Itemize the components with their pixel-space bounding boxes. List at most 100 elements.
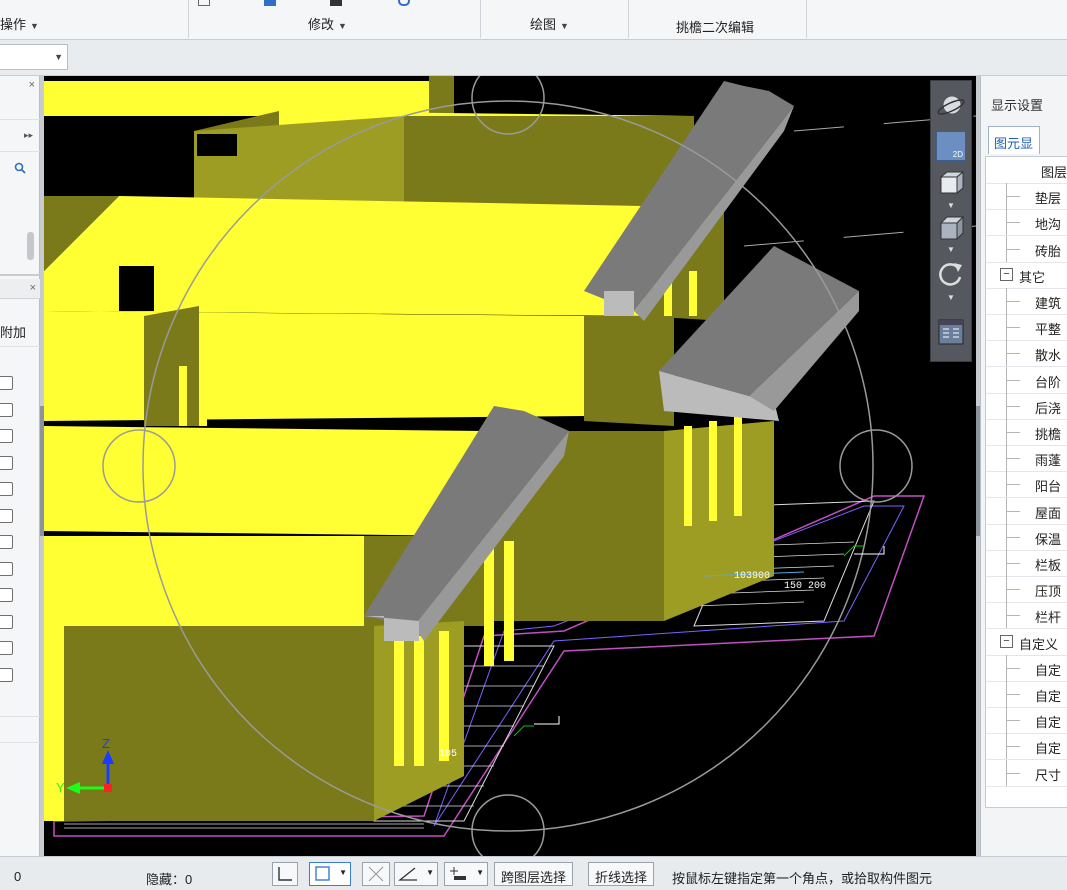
chevron-down-icon: ▼ — [426, 868, 434, 877]
layer-select[interactable]: ▼ — [0, 44, 68, 70]
search-icon[interactable] — [14, 162, 26, 174]
attach-checkbox[interactable] — [0, 535, 13, 549]
tree-item[interactable]: 雨蓬 — [986, 445, 1067, 473]
tree-item[interactable]: 压顶 — [986, 576, 1067, 604]
tree-branch — [1006, 301, 1020, 302]
polyline-select-button[interactable]: 折线选择 — [588, 862, 655, 886]
chevron-down-icon: ▼ — [30, 21, 39, 31]
tree-item[interactable]: 砖胎 — [986, 235, 1067, 263]
splitter-grip[interactable] — [40, 406, 44, 536]
tree-item[interactable]: 图层 — [986, 157, 1067, 184]
ribbon-group-draw[interactable]: 绘图 ▼ — [530, 14, 569, 33]
view-settings-icon[interactable] — [936, 317, 966, 347]
attach-checkbox[interactable] — [0, 667, 13, 682]
3d-viewport[interactable]: 103900 150 200 105 Z Y — [44, 76, 976, 856]
toolbar-combobar: ▼ — [0, 40, 1067, 76]
tree-item[interactable]: 散水 — [986, 340, 1067, 368]
tree-header-label: 图层 — [1041, 165, 1067, 180]
view-navigation-toolbar: 2D ▼ ▼ ▼ — [930, 80, 972, 362]
rotate-icon[interactable] — [936, 259, 966, 289]
attach-checkbox[interactable] — [0, 641, 13, 655]
tree-branch — [1006, 484, 1020, 486]
cross-snap-button[interactable] — [362, 862, 390, 886]
tree-item[interactable]: 自定 — [986, 681, 1067, 708]
ribbon-group-operate[interactable]: 操作 ▼ — [0, 14, 39, 33]
divider — [0, 716, 40, 717]
attach-checkbox[interactable] — [0, 402, 13, 417]
left-splitter[interactable] — [40, 76, 44, 856]
tree-branch — [1006, 379, 1020, 381]
tree-item[interactable]: 自定 — [986, 654, 1067, 682]
tree-branch — [1006, 694, 1020, 695]
tree-item[interactable]: 保温 — [986, 523, 1067, 551]
orthogonal-button[interactable] — [272, 862, 298, 886]
offset-icon — [450, 867, 466, 880]
tree-branch — [1006, 563, 1020, 564]
tree-item[interactable]: 阳台 — [986, 471, 1067, 499]
scrollbar-thumb[interactable] — [27, 232, 34, 260]
cube-front-view-icon[interactable] — [936, 169, 966, 199]
attach-column-header: 附加 — [0, 325, 27, 340]
dimension-label: 150 200 — [784, 581, 826, 592]
double-chevron-right-icon[interactable]: ▸▸ — [24, 130, 33, 141]
offset-button[interactable]: ▼ — [444, 862, 488, 886]
tab-element-display[interactable]: 图元显示 — [988, 126, 1040, 170]
tree-item[interactable]: 自定 — [986, 707, 1067, 735]
ribbon-group-eave-edit[interactable]: 挑檐二次编辑 — [676, 17, 754, 36]
tree-item-label: 屋面 — [1035, 505, 1062, 521]
display-settings-panel: 显示设置 图元显示 图层垫层地沟砖胎−其它建筑平整散水台阶后浇挑檐雨蓬阳台屋面保… — [980, 76, 1067, 856]
tree-item-label: 阳台 — [1035, 479, 1062, 495]
divider — [0, 151, 40, 152]
snap-mode-button[interactable]: ▼ — [309, 862, 351, 886]
tree-item[interactable]: 尺寸 — [986, 759, 1067, 787]
tree-item[interactable]: 垫层 — [986, 183, 1067, 211]
attach-checkbox[interactable] — [0, 376, 13, 390]
orbit-icon[interactable] — [936, 91, 966, 121]
collapse-icon[interactable]: − — [1000, 267, 1013, 281]
ribbon-divider — [806, 0, 807, 38]
view-2d-button[interactable]: 2D — [936, 131, 966, 161]
tree-item[interactable]: 栏板 — [986, 550, 1067, 577]
tree-item[interactable]: 地沟 — [986, 209, 1067, 237]
panel-title: 显示设置 — [991, 98, 1044, 113]
tree-branch — [1006, 536, 1020, 538]
layer-tree: 图层 垫层 地沟 砖胎 − 其它 建筑 平整 散水 台阶 后浇 挑檐 雨蓬 阳台 屋面 保温 栏板 压顶 栏杆 − 自定… — [985, 156, 1067, 808]
collapse-icon[interactable]: − — [1000, 634, 1013, 648]
cube-iso-view-icon[interactable] — [936, 213, 966, 243]
attach-checkbox[interactable] — [0, 508, 13, 523]
left-panel-header: × — [0, 279, 40, 299]
attach-checkbox[interactable] — [0, 561, 13, 576]
tree-item[interactable]: 建筑 — [986, 288, 1067, 315]
chevron-down-icon[interactable]: ▼ — [947, 201, 955, 210]
cross-layer-select-button[interactable]: 跨图层选择 — [494, 862, 574, 886]
tool-icon[interactable] — [398, 0, 410, 6]
attach-checkbox[interactable] — [0, 588, 13, 602]
tree-item[interactable]: 自定 — [986, 733, 1067, 761]
attach-checkbox[interactable] — [0, 455, 13, 470]
chevron-down-icon[interactable]: ▼ — [947, 293, 955, 302]
tree-branch — [1006, 458, 1020, 460]
angle-button[interactable]: ▼ — [394, 862, 438, 886]
tree-item[interactable]: 平整 — [986, 314, 1067, 342]
tree-item[interactable]: 台阶 — [986, 366, 1067, 394]
chevron-down-icon[interactable]: ▼ — [947, 245, 955, 254]
tree-item[interactable]: 后浇 — [986, 392, 1067, 420]
tree-item[interactable]: − 自定义 — [986, 629, 1067, 656]
ribbon-group-modify[interactable]: 修改 ▼ — [308, 14, 347, 33]
tree-item-label: 栏杆 — [1035, 610, 1062, 626]
tool-icon[interactable] — [330, 0, 342, 6]
tool-icon[interactable] — [198, 0, 210, 6]
tree-item[interactable]: 栏杆 — [986, 602, 1067, 630]
tree-item[interactable]: 挑檐 — [986, 419, 1067, 446]
tree-item-label: 散水 — [1035, 348, 1062, 364]
close-icon[interactable]: × — [29, 79, 35, 91]
attach-checkbox[interactable] — [0, 482, 13, 496]
tree-item-label: 平整 — [1035, 322, 1062, 338]
tree-item[interactable]: 屋面 — [986, 497, 1067, 525]
attach-checkbox[interactable] — [0, 429, 13, 443]
attach-checkbox[interactable] — [0, 614, 13, 629]
angle-icon — [398, 867, 417, 881]
close-icon[interactable]: × — [30, 282, 36, 294]
tree-item[interactable]: − 其它 — [986, 262, 1067, 289]
tool-icon[interactable] — [264, 0, 276, 6]
